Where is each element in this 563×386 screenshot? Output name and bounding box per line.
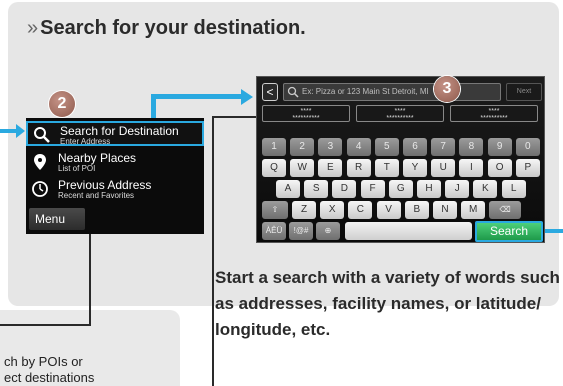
number-key[interactable]: 1 — [262, 138, 286, 156]
letter-key[interactable]: V — [376, 201, 401, 219]
arrow-head-icon — [16, 124, 25, 138]
letter-key[interactable]: A — [276, 180, 300, 198]
suggestion-line2: ********** — [386, 115, 414, 122]
double-chevron-icon: » — [27, 17, 39, 39]
page-title-text: Search for your destination. — [40, 17, 306, 39]
menu-item-title: Search for Destination — [60, 124, 179, 138]
menu-item-subtitle: Recent and Favorites — [58, 191, 135, 200]
suggestion-line1: **** — [300, 108, 312, 115]
letter-key[interactable]: U — [431, 159, 456, 177]
letter-key[interactable]: S — [304, 180, 329, 198]
pin-icon — [34, 154, 46, 170]
space-key[interactable] — [345, 222, 472, 240]
shift-key[interactable]: ⇧ — [262, 201, 288, 219]
letter-key[interactable]: B — [404, 201, 429, 219]
menu-item-nearby-places[interactable]: Nearby Places List of POI — [26, 150, 204, 175]
letter-key[interactable]: T — [374, 159, 399, 177]
letter-key[interactable]: I — [459, 159, 484, 177]
suggestion-line1: **** — [488, 108, 500, 115]
letter-key[interactable]: Q — [262, 159, 286, 177]
letter-key[interactable]: H — [417, 180, 441, 198]
letter-key[interactable]: Y — [403, 159, 427, 177]
suggestion-line2: ********** — [480, 115, 508, 122]
search-placeholder: Ex: Pizza or 123 Main St Detroit, MI — [302, 87, 429, 96]
number-key[interactable]: 5 — [374, 138, 399, 156]
suggestion-line1: **** — [394, 108, 406, 115]
menu-item-subtitle: List of POI — [58, 164, 96, 173]
letter-key[interactable]: Z — [292, 201, 316, 219]
search-icon — [287, 86, 299, 98]
number-key[interactable]: 8 — [459, 138, 484, 156]
number-key[interactable]: 9 — [487, 138, 512, 156]
suggestion-item[interactable]: **** ********** — [262, 105, 350, 122]
clock-icon — [32, 181, 48, 197]
letter-key[interactable]: R — [346, 159, 371, 177]
instruction-caption: Start a search with a variety of words s… — [215, 268, 560, 339]
letter-key[interactable]: W — [290, 159, 315, 177]
number-key[interactable]: 7 — [431, 138, 456, 156]
connector-menu-to-keyboard-v — [151, 96, 156, 119]
next-button[interactable]: Next — [506, 83, 542, 101]
suggestion-item[interactable]: **** ********** — [356, 105, 444, 122]
letter-key[interactable]: M — [461, 201, 486, 219]
menu-item-title: Previous Address — [58, 178, 152, 192]
back-button[interactable]: < — [262, 83, 278, 101]
letter-key[interactable]: N — [433, 201, 457, 219]
letter-key[interactable]: G — [388, 180, 413, 198]
number-key[interactable]: 3 — [318, 138, 343, 156]
backspace-key[interactable]: ⌫ — [489, 201, 521, 219]
letter-key[interactable]: P — [515, 159, 540, 177]
search-key[interactable]: Search — [475, 221, 543, 242]
letter-key[interactable]: E — [318, 159, 343, 177]
letter-key[interactable]: L — [501, 180, 526, 198]
suggestion-line2: ********** — [292, 115, 320, 122]
step-badge-3: 3 — [434, 76, 460, 102]
letter-key[interactable]: C — [348, 201, 373, 219]
suggestion-item[interactable]: **** ********** — [450, 105, 538, 122]
navigation-menu: Search for Destination Enter Address Nea… — [26, 118, 204, 234]
menu-item-previous-address[interactable]: Previous Address Recent and Favorites — [26, 177, 204, 202]
arrow-head-icon — [241, 89, 253, 105]
letter-key[interactable]: K — [473, 180, 498, 198]
symbol-key[interactable]: !@# — [289, 222, 313, 240]
note-line-1: ch by POIs or — [4, 354, 83, 369]
accent-key[interactable]: ÀÊÜ — [262, 222, 286, 240]
keyboard-screen: < Ex: Pizza or 123 Main St Detroit, MI N… — [256, 76, 545, 243]
letter-key[interactable]: J — [445, 180, 470, 198]
number-key[interactable]: 4 — [346, 138, 371, 156]
leader-line-menu-h — [0, 324, 91, 326]
number-key[interactable]: 2 — [290, 138, 315, 156]
connector-search-key — [545, 229, 563, 233]
leader-line-v — [212, 116, 214, 386]
step-badge-2: 2 — [49, 91, 75, 117]
number-key[interactable]: 0 — [515, 138, 540, 156]
menu-button[interactable]: Menu — [29, 208, 85, 230]
letter-key[interactable]: F — [360, 180, 385, 198]
number-key[interactable]: 6 — [403, 138, 427, 156]
search-input[interactable]: Ex: Pizza or 123 Main St Detroit, MI — [283, 83, 501, 101]
menu-item-search-destination[interactable]: Search for Destination Enter Address — [26, 121, 204, 146]
letter-key[interactable]: D — [332, 180, 357, 198]
letter-key[interactable]: O — [487, 159, 512, 177]
globe-icon[interactable]: ⊕ — [316, 222, 340, 240]
connector-menu-to-keyboard-h — [151, 94, 243, 99]
note-text: ch by POIs or ect destinations — [4, 354, 94, 386]
note-line-2: ect destinations — [4, 370, 95, 385]
letter-key[interactable]: X — [320, 201, 345, 219]
leader-line-menu-v — [89, 232, 91, 326]
menu-item-title: Nearby Places — [58, 151, 137, 165]
menu-item-subtitle: Enter Address — [60, 137, 111, 146]
page-title: » Search for your destination. — [27, 17, 306, 40]
search-icon — [34, 127, 50, 143]
